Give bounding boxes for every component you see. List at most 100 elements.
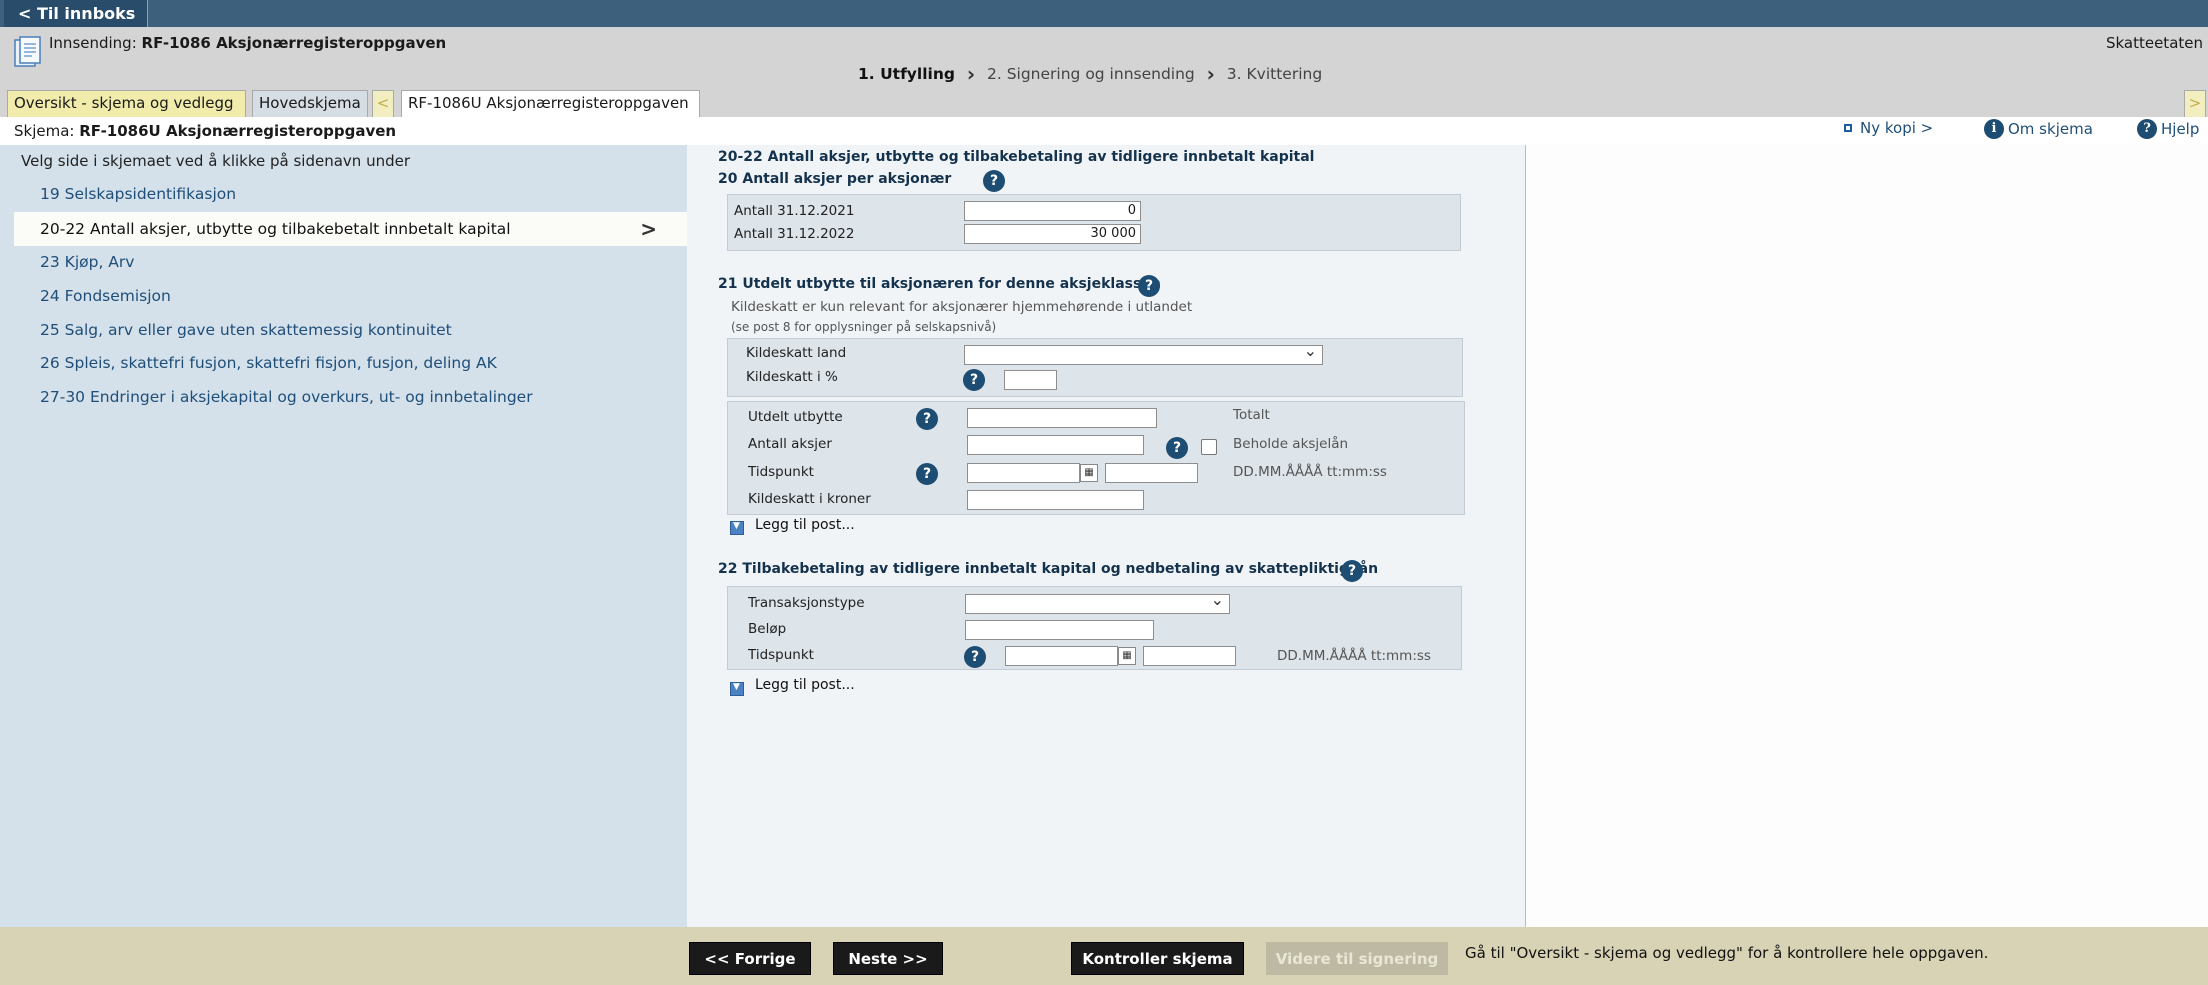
label-tidspunkt: Tidspunkt: [748, 464, 814, 480]
label-tidspunkt: Tidspunkt: [748, 647, 814, 663]
about-form-link[interactable]: i Om skjema: [1984, 119, 2093, 139]
label-antall-aksjer: Antall aksjer: [748, 436, 832, 452]
kildeskatt-kroner-input[interactable]: [967, 490, 1144, 510]
back-to-inbox-button[interactable]: < Til innboks: [4, 0, 148, 27]
nav-item-19[interactable]: 19 Selskapsidentifikasjon: [40, 185, 236, 203]
tidspunkt-time-input[interactable]: [1143, 646, 1236, 666]
nav-item-20-22[interactable]: 20-22 Antall aksjer, utbytte og tilbakeb…: [14, 212, 687, 246]
page-title: 20-22 Antall aksjer, utbytte og tilbakeb…: [718, 149, 1315, 165]
kildeskatt-pct-input[interactable]: [1004, 370, 1057, 390]
help-icon[interactable]: ?: [963, 369, 985, 391]
transaksjonstype-select[interactable]: [965, 590, 1230, 614]
label-kildeskatt-pct: Kildeskatt i %: [746, 369, 838, 385]
form-area: 20-22 Antall aksjer, utbytte og tilbakeb…: [687, 145, 1526, 927]
antall-2022-input[interactable]: 30 000: [964, 224, 1141, 244]
calendar-icon[interactable]: ▦: [1118, 647, 1136, 665]
section-22-box: Transaksjonstype Beløp Tidspunkt ? ▦ DD.…: [727, 586, 1462, 670]
label-antall-2022: Antall 31.12.2022: [734, 226, 855, 242]
schema-name: RF-1086U Aksjonærregisteroppgaven: [79, 122, 397, 140]
about-form-label: Om skjema: [2008, 120, 2093, 138]
kildeskatt-subnote: (se post 8 for opplysninger på selskapsn…: [731, 320, 997, 334]
help-icon[interactable]: ?: [1341, 560, 1363, 582]
tidspunkt-date-input[interactable]: [1005, 646, 1118, 666]
help-icon[interactable]: ?: [1138, 275, 1160, 297]
belop-input[interactable]: [965, 620, 1154, 640]
nav-item-label: 20-22 Antall aksjer, utbytte og tilbakeb…: [40, 220, 511, 238]
help-icon: ?: [2137, 119, 2157, 139]
label-transaksjonstype: Transaksjonstype: [748, 595, 865, 611]
antall-2021-input[interactable]: 0: [964, 201, 1141, 221]
schema-prefix: Skjema:: [14, 122, 75, 140]
help-link[interactable]: ? Hjelp: [2137, 119, 2199, 139]
continue-to-signing-button[interactable]: Videre til signering: [1266, 942, 1448, 975]
page-navigation: Velg side i skjemaet ved å klikke på sid…: [0, 145, 687, 927]
step-kvittering: 3. Kvittering: [1226, 65, 1323, 83]
calendar-icon[interactable]: ▦: [1080, 464, 1098, 482]
info-icon: i: [1984, 119, 2004, 139]
submission-form-name: RF-1086 Aksjonærregisteroppgaven: [141, 34, 447, 52]
footer-note: Gå til "Oversikt - skjema og vedlegg" fo…: [1465, 944, 1989, 962]
tab-scroll-left-icon[interactable]: <: [372, 90, 394, 117]
date-format-hint: DD.MM.ÅÅÅÅ tt:mm:ss: [1277, 648, 1431, 664]
kildeskatt-box: Kildeskatt land Kildeskatt i % ?: [727, 338, 1463, 397]
utdelt-utbytte-input[interactable]: [967, 408, 1157, 428]
kildeskatt-note: Kildeskatt er kun relevant for aksjonære…: [731, 299, 1193, 315]
agency-name: Skatteetaten: [2105, 34, 2203, 52]
help-icon[interactable]: ?: [983, 170, 1005, 192]
help-icon[interactable]: ?: [1166, 437, 1188, 459]
help-icon[interactable]: ?: [916, 408, 938, 430]
next-button[interactable]: Neste >>: [833, 942, 943, 975]
submission-prefix: Innsending:: [49, 34, 137, 52]
header: Innsending: RF-1086 Aksjonærregisteroppg…: [0, 27, 2208, 90]
date-format-hint: DD.MM.ÅÅÅÅ tt:mm:ss: [1233, 464, 1387, 480]
validate-form-button[interactable]: Kontroller skjema: [1071, 942, 1244, 975]
nav-hint: Velg side i skjemaet ved å klikke på sid…: [21, 152, 411, 170]
nav-item-24[interactable]: 24 Fondsemisjon: [40, 287, 171, 305]
label-antall-2021: Antall 31.12.2021: [734, 203, 855, 219]
label-belop: Beløp: [748, 621, 787, 637]
help-label: Hjelp: [2161, 120, 2200, 138]
add-row-icon[interactable]: [730, 521, 744, 535]
help-icon[interactable]: ?: [916, 463, 938, 485]
nav-item-27-30[interactable]: 27-30 Endringer i aksjekapital og overku…: [40, 388, 533, 406]
antall-aksjer-input[interactable]: [967, 435, 1144, 455]
help-icon[interactable]: ?: [964, 646, 986, 668]
chevron-right-icon: ›: [1206, 62, 1215, 86]
copy-icon: [1844, 124, 1852, 132]
step-signering: 2. Signering og innsending: [986, 65, 1195, 83]
label-kildeskatt-land: Kildeskatt land: [746, 345, 847, 361]
tab-hovedskjema[interactable]: Hovedskjema: [252, 90, 368, 117]
nav-item-26[interactable]: 26 Spleis, skattefri fusjon, skattefri f…: [40, 354, 497, 372]
section-22-title: 22 Tilbakebetaling av tidligere innbetal…: [718, 561, 1379, 577]
tab-scroll-right-icon[interactable]: >: [2184, 90, 2206, 117]
nav-item-23[interactable]: 23 Kjøp, Arv: [40, 253, 134, 271]
tab-oversikt[interactable]: Oversikt - skjema og vedlegg: [7, 90, 246, 117]
kildeskatt-land-select[interactable]: [964, 341, 1323, 365]
utbytte-box: Utdelt utbytte ? Totalt Antall aksjer ? …: [727, 401, 1465, 515]
tidspunkt-time-input[interactable]: [1105, 463, 1198, 483]
schema-title: Skjema: RF-1086U Aksjonærregisteroppgave…: [14, 122, 396, 140]
right-pane: [1526, 145, 2208, 927]
section-20-title: 20 Antall aksjer per aksjonær: [718, 171, 952, 187]
previous-button[interactable]: << Forrige: [689, 942, 811, 975]
label-beholde-aksjelan: Beholde aksjelån: [1233, 436, 1349, 452]
beholde-aksjelan-checkbox[interactable]: [1201, 439, 1217, 455]
label-totalt: Totalt: [1233, 407, 1270, 423]
add-post-link-21[interactable]: Legg til post...: [755, 517, 855, 533]
submission-title: Innsending: RF-1086 Aksjonærregisteroppg…: [49, 34, 446, 52]
tidspunkt-date-input[interactable]: [967, 463, 1080, 483]
document-icon: [14, 36, 41, 67]
tab-row: Oversikt - skjema og vedlegg Hovedskjema…: [0, 90, 2208, 117]
footer: << Forrige Neste >> Kontroller skjema Vi…: [0, 927, 2208, 985]
add-post-link-22[interactable]: Legg til post...: [755, 677, 855, 693]
progress-steps: 1. Utfylling › 2. Signering og innsendin…: [858, 62, 1322, 86]
section-21-title: 21 Utdelt utbytte til aksjonæren for den…: [718, 276, 1161, 292]
nav-item-25[interactable]: 25 Salg, arv eller gave uten skattemessi…: [40, 321, 452, 339]
tab-rf1086u[interactable]: RF-1086U Aksjonærregisteroppgaven: [401, 90, 700, 117]
add-row-icon[interactable]: [730, 682, 744, 696]
new-copy-link[interactable]: Ny kopi >: [1844, 119, 1933, 137]
label-kildeskatt-kroner: Kildeskatt i kroner: [748, 491, 871, 507]
section-20-box: Antall 31.12.2021 0 Antall 31.12.2022 30…: [727, 194, 1461, 251]
schema-bar: Skjema: RF-1086U Aksjonærregisteroppgave…: [0, 117, 2208, 145]
chevron-right-icon: >: [640, 217, 657, 241]
